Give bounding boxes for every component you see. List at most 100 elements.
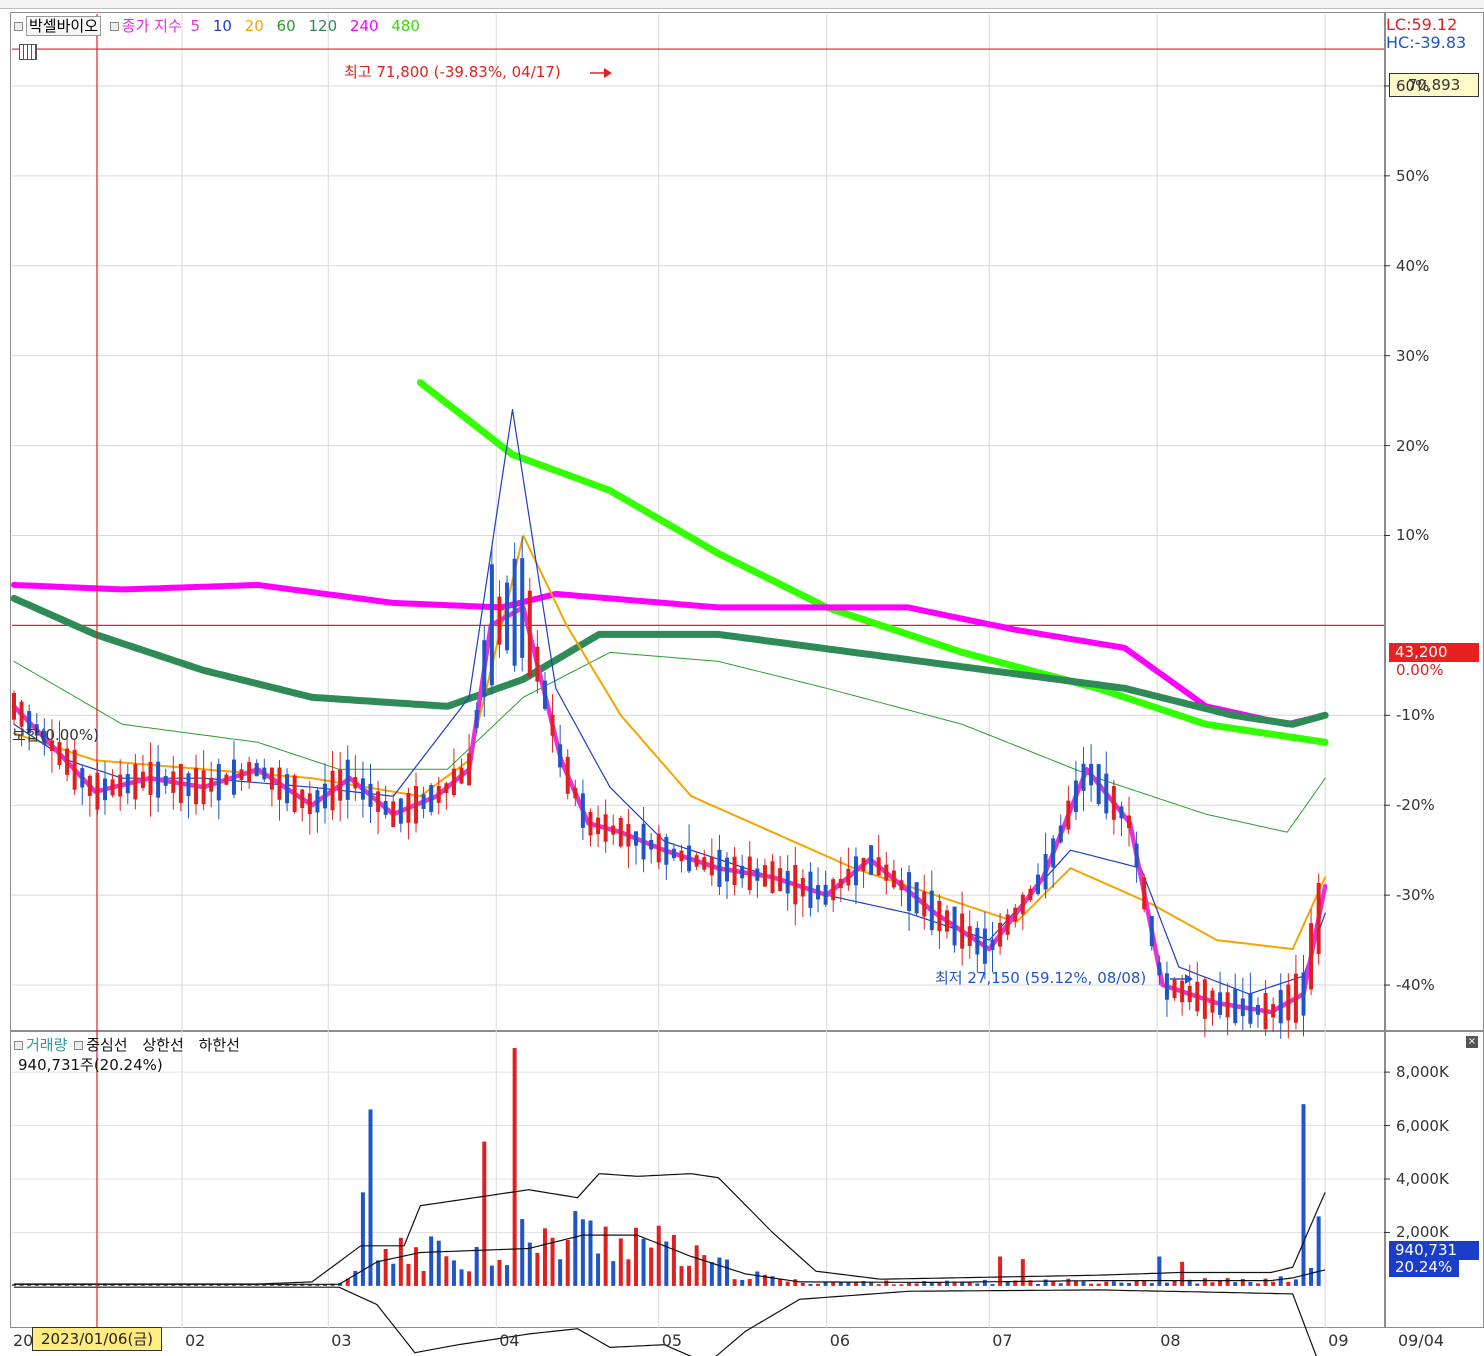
legend-upper-line[interactable]: 상한선 <box>142 1036 183 1054</box>
candle-body <box>967 926 972 947</box>
volume-bar <box>922 1281 927 1286</box>
indicator-label[interactable]: 종가 지수 <box>122 17 182 35</box>
volume-band-upper <box>14 1173 1326 1285</box>
candle-body <box>1293 973 1298 1023</box>
candle-body <box>1172 979 1177 999</box>
candle-body <box>1036 874 1041 894</box>
last-date-label: 09/04 <box>1398 1331 1445 1350</box>
y-tick-label: 40% <box>1396 256 1430 275</box>
volume-bar <box>679 1266 684 1286</box>
candle-body <box>110 779 115 796</box>
volume-bar <box>869 1282 874 1286</box>
volume-close-icon[interactable]: × <box>1466 1036 1478 1048</box>
ma-120-line <box>10 594 1329 728</box>
volume-bar <box>512 1048 517 1286</box>
candle-body <box>224 774 229 785</box>
candle-body <box>292 775 297 813</box>
stock-name[interactable]: 박셀바이오 <box>26 16 102 36</box>
volume-bar <box>732 1279 737 1286</box>
candle-body <box>869 845 874 875</box>
candle-body <box>216 764 221 801</box>
candle-body <box>368 783 373 807</box>
candle-body <box>1028 888 1033 901</box>
candle-body <box>1157 962 1162 976</box>
volume-bar <box>740 1279 745 1286</box>
legend-box-icon <box>74 1041 84 1050</box>
volume-current-pct: 20.24% <box>1389 1259 1459 1277</box>
chart-canvas[interactable] <box>0 0 1484 1356</box>
candle-body <box>429 785 434 812</box>
volume-bar <box>376 1260 381 1286</box>
volume-bar <box>459 1269 464 1286</box>
candle-body <box>186 773 191 797</box>
candle-body <box>899 880 904 891</box>
grid-settings-icon[interactable] <box>19 44 37 60</box>
volume-bar <box>436 1240 441 1286</box>
ma-5-label: 5 <box>190 17 201 35</box>
y-tick-label: 50% <box>1396 166 1430 185</box>
candle-body <box>444 783 449 794</box>
candle-body <box>580 793 585 828</box>
candle-body <box>1020 894 1025 915</box>
candle-body <box>156 761 161 798</box>
candle-body <box>163 776 168 786</box>
candle-body <box>922 891 927 917</box>
candle-body <box>353 777 358 789</box>
legend-lower-line[interactable]: 하한선 <box>199 1036 240 1054</box>
candle-body <box>588 812 593 836</box>
min-arrow-head <box>1185 974 1193 984</box>
candle-body <box>269 767 274 790</box>
candle-body <box>1096 764 1101 804</box>
candle-body <box>679 850 684 862</box>
candle-body <box>884 864 889 881</box>
current-pct: 0.00% <box>1396 661 1444 679</box>
candle-body <box>398 798 403 824</box>
candle-body <box>1255 1004 1260 1015</box>
ma-60-label: 60 <box>276 17 296 35</box>
candle-body <box>322 783 327 809</box>
x-tick-label: 07 <box>992 1331 1013 1350</box>
y-tick-label: -40% <box>1396 976 1435 995</box>
volume-bar <box>588 1220 593 1286</box>
volume-bar <box>1134 1280 1139 1286</box>
volume-bar <box>1278 1276 1283 1286</box>
candle-body <box>725 857 730 882</box>
candle-body <box>853 856 858 886</box>
legend-center-line[interactable]: 중심선 <box>86 1036 127 1054</box>
candle-body <box>816 885 821 900</box>
y-tick-label: 60% <box>1396 76 1430 95</box>
volume-value-text: 940,731주(20.24%) <box>18 1056 163 1074</box>
volume-bar <box>444 1256 449 1286</box>
volume-bar <box>1180 1261 1185 1286</box>
candle-body <box>360 778 365 800</box>
reference-label: 보합(0.00%) <box>12 726 99 744</box>
volume-bar <box>1210 1282 1215 1286</box>
candle-body <box>838 878 843 888</box>
candle-body <box>194 767 199 805</box>
candle-body <box>512 558 517 666</box>
y-tick-label: -20% <box>1396 796 1435 815</box>
candle-body <box>459 767 464 784</box>
volume-bar <box>565 1239 570 1286</box>
candle-body <box>125 774 130 794</box>
volume-title[interactable]: 거래량 <box>26 1036 67 1054</box>
candle-body <box>133 764 138 800</box>
volume-bar <box>846 1282 851 1286</box>
volume-bar <box>497 1259 502 1286</box>
volume-bar <box>618 1238 623 1286</box>
candle-body <box>687 845 692 872</box>
volume-bar <box>800 1282 805 1286</box>
x-tick-label: 06 <box>829 1331 851 1350</box>
ma-120-label: 120 <box>308 17 338 35</box>
volume-bar <box>489 1265 494 1286</box>
max-arrow-head <box>604 68 612 78</box>
candle-body <box>717 849 722 887</box>
volume-bar <box>1301 1104 1306 1286</box>
candle-body <box>421 794 426 809</box>
volume-bar <box>482 1141 487 1286</box>
candle-body <box>709 856 714 876</box>
volume-legend: 거래량 중심선 상한선 하한선 <box>14 1036 240 1054</box>
legend-row: 박셀바이오 종가 지수 5 10 20 60 120 240 480 <box>14 16 420 36</box>
volume-bar <box>1089 1283 1094 1286</box>
volume-bar <box>573 1211 578 1286</box>
